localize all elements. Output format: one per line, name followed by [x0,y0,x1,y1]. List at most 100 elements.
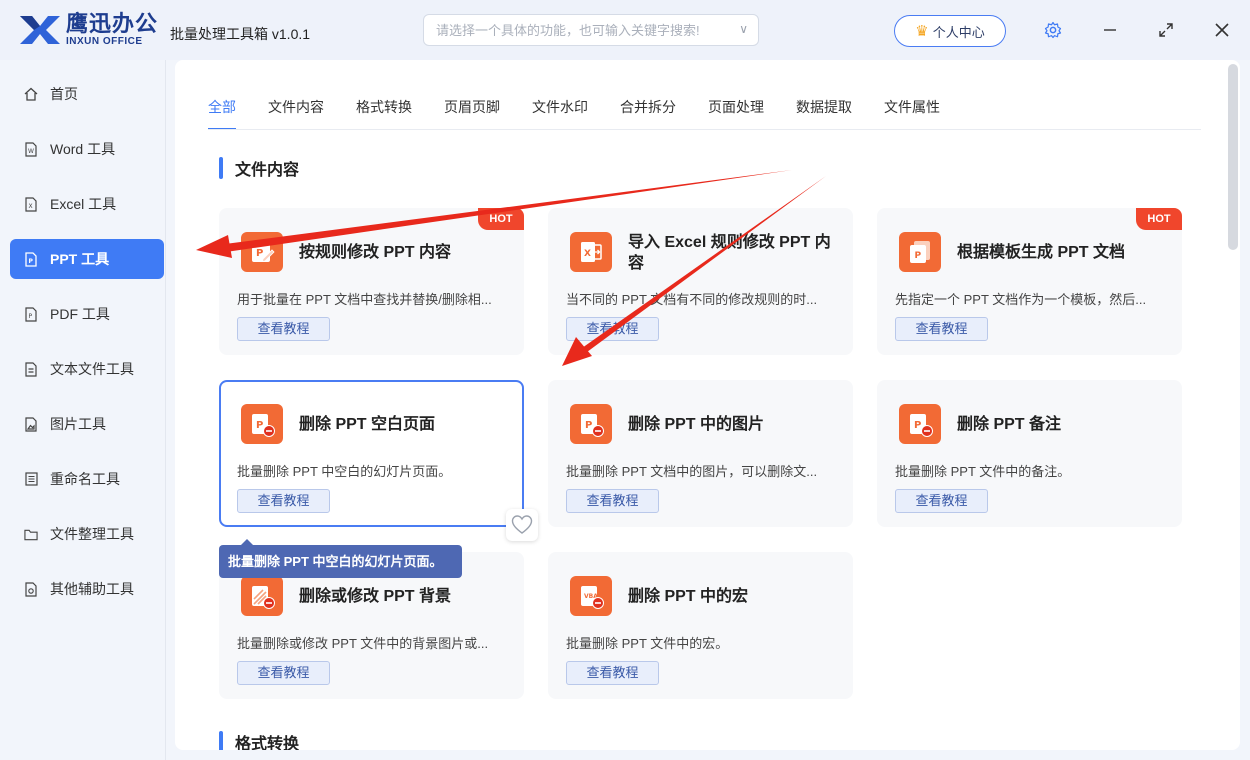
card-description: 先指定一个 PPT 文档作为一个模板，然后... [895,292,1147,307]
view-tutorial-button[interactable]: 查看教程 [237,489,330,513]
sidebar-item-label: Word 工具 [50,141,116,157]
app-logo: 鹰迅办公 INXUN OFFICE [18,12,158,48]
logo-mark-icon [18,12,62,48]
tool-card-delete-notes[interactable]: P 删除 PPT 备注 批量删除 PPT 文件中的备注。 查看教程 [877,380,1182,527]
main-panel: 全部 文件内容 格式转换 页眉页脚 文件水印 合并拆分 页面处理 数据提取 文件… [175,60,1240,750]
ppt-file-icon: P [24,251,38,267]
category-tabs: 全部 文件内容 格式转换 页眉页脚 文件水印 合并拆分 页面处理 数据提取 文件… [208,98,972,130]
svg-text:P: P [256,248,263,259]
hot-badge: HOT [1136,208,1182,230]
tab-page-processing[interactable]: 页面处理 [708,98,764,130]
card-title: 删除 PPT 中的宏 [628,588,749,605]
sidebar-item-ppt[interactable]: P PPT 工具 [10,239,164,279]
section-marker [219,731,223,750]
folder-icon [24,526,38,542]
sidebar-item-label: 图片工具 [50,416,106,432]
card-title: 导入 Excel 规则修改 PPT 内容 [628,234,831,272]
tab-file-properties[interactable]: 文件属性 [884,98,940,130]
sidebar-item-home[interactable]: 首页 [10,74,164,114]
search-box[interactable]: ∨ [423,14,759,46]
section-title-file-content: 文件内容 [219,156,299,180]
ppt-edit-icon: P [241,232,283,272]
view-tutorial-button[interactable]: 查看教程 [566,661,659,685]
svg-text:P: P [29,258,34,265]
misc-tools-icon [24,581,38,597]
ppt-template-icon: P [899,232,941,272]
sidebar-item-label: 首页 [50,86,78,102]
view-tutorial-button[interactable]: 查看教程 [566,317,659,341]
close-icon[interactable] [1210,18,1234,42]
view-tutorial-button[interactable]: 查看教程 [237,317,330,341]
sidebar-item-word[interactable]: W Word 工具 [10,129,164,169]
svg-text:X: X [29,203,33,210]
logo-chinese-text: 鹰迅办公 [66,11,159,36]
card-title: 删除 PPT 空白页面 [299,416,436,433]
tool-card-delete-blank-pages[interactable]: P 删除 PPT 空白页面 批量删除 PPT 中空白的幻灯片页面。 查看教程 [219,380,538,541]
title-bar: 鹰迅办公 INXUN OFFICE 批量处理工具箱 v1.0.1 ∨ ♛ 个人中… [0,0,1250,60]
ppt-delete-macro-icon: VBA [570,576,612,616]
card-title: 删除 PPT 备注 [957,416,1062,433]
svg-text:P: P [29,313,33,320]
excel-import-icon: X [570,232,612,272]
svg-text:P: P [256,420,263,431]
chevron-down-icon[interactable]: ∨ [739,22,748,36]
tab-header-footer[interactable]: 页眉页脚 [444,98,500,130]
ppt-delete-icon: P [241,404,283,444]
sidebar-item-rename[interactable]: 重命名工具 [10,459,164,499]
tab-data-extraction[interactable]: 数据提取 [796,98,852,130]
card-description: 批量删除 PPT 文件中的宏。 [566,636,729,651]
vertical-scrollbar[interactable] [1228,64,1238,748]
card-title: 根据模板生成 PPT 文档 [957,244,1126,261]
card-description: 批量删除或修改 PPT 文件中的背景图片或... [237,636,489,651]
view-tutorial-button[interactable]: 查看教程 [237,661,330,685]
sidebar-item-pdf[interactable]: P PDF 工具 [10,294,164,334]
tab-all[interactable]: 全部 [208,98,236,130]
tool-card-delete-macros[interactable]: VBA 删除 PPT 中的宏 批量删除 PPT 文件中的宏。 查看教程 [548,552,853,699]
minimize-icon[interactable] [1098,18,1122,42]
word-file-icon: W [24,141,38,157]
card-description: 批量删除 PPT 文档中的图片，可以删除文... [566,464,818,479]
card-title: 按规则修改 PPT 内容 [299,244,452,261]
scrollbar-thumb[interactable] [1228,64,1238,250]
card-title: 删除 PPT 中的图片 [628,416,765,433]
maximize-icon[interactable] [1154,18,1178,42]
sidebar-item-label: PPT 工具 [50,251,110,267]
user-center-label: 个人中心 [932,24,985,40]
text-file-icon [24,361,38,377]
sidebar: 首页 W Word 工具 X Excel 工具 P PPT 工具 P PDF 工… [0,60,166,760]
section-marker [219,157,223,179]
sidebar-item-text[interactable]: 文本文件工具 [10,349,164,389]
tool-card-excel-rule-edit-ppt[interactable]: X 导入 Excel 规则修改 PPT 内容 当不同的 PPT 文档有不同的修改… [548,208,853,355]
tool-card-rule-edit-ppt[interactable]: P 按规则修改 PPT 内容 用于批量在 PPT 文档中查找并替换/删除相...… [219,208,524,355]
tab-watermark[interactable]: 文件水印 [532,98,588,130]
sidebar-item-label: 文本文件工具 [50,361,134,377]
favorite-heart-icon[interactable] [506,509,538,541]
pdf-file-icon: P [24,306,38,322]
ppt-delete-image-icon: P [570,404,612,444]
card-description: 批量删除 PPT 中空白的幻灯片页面。 [237,464,452,479]
view-tutorial-button[interactable]: 查看教程 [566,489,659,513]
user-center-button[interactable]: ♛ 个人中心 [894,15,1006,47]
sidebar-item-image[interactable]: 图片工具 [10,404,164,444]
tool-card-template-generate-ppt[interactable]: P 根据模板生成 PPT 文档 先指定一个 PPT 文档作为一个模板，然后...… [877,208,1182,355]
svg-text:P: P [915,251,922,261]
sidebar-item-excel[interactable]: X Excel 工具 [10,184,164,224]
view-tutorial-button[interactable]: 查看教程 [895,489,988,513]
sidebar-item-file-organize[interactable]: 文件整理工具 [10,514,164,554]
svg-text:P: P [914,420,921,431]
search-input[interactable] [424,15,724,45]
rename-icon [24,471,38,487]
crown-icon: ♛ [915,23,929,40]
tab-format-conversion[interactable]: 格式转换 [356,98,412,130]
card-title: 删除或修改 PPT 背景 [299,588,452,605]
sidebar-item-misc[interactable]: 其他辅助工具 [10,569,164,609]
section-title-text: 文件内容 [235,162,300,179]
sidebar-item-label: 文件整理工具 [50,526,134,542]
settings-gear-icon[interactable] [1041,18,1065,42]
tab-file-content[interactable]: 文件内容 [268,98,324,130]
view-tutorial-button[interactable]: 查看教程 [895,317,988,341]
tab-merge-split[interactable]: 合并拆分 [620,98,676,130]
image-file-icon [24,416,38,432]
tool-card-delete-images[interactable]: P 删除 PPT 中的图片 批量删除 PPT 文档中的图片，可以删除文... 查… [548,380,853,527]
sidebar-item-label: 其他辅助工具 [50,581,134,597]
